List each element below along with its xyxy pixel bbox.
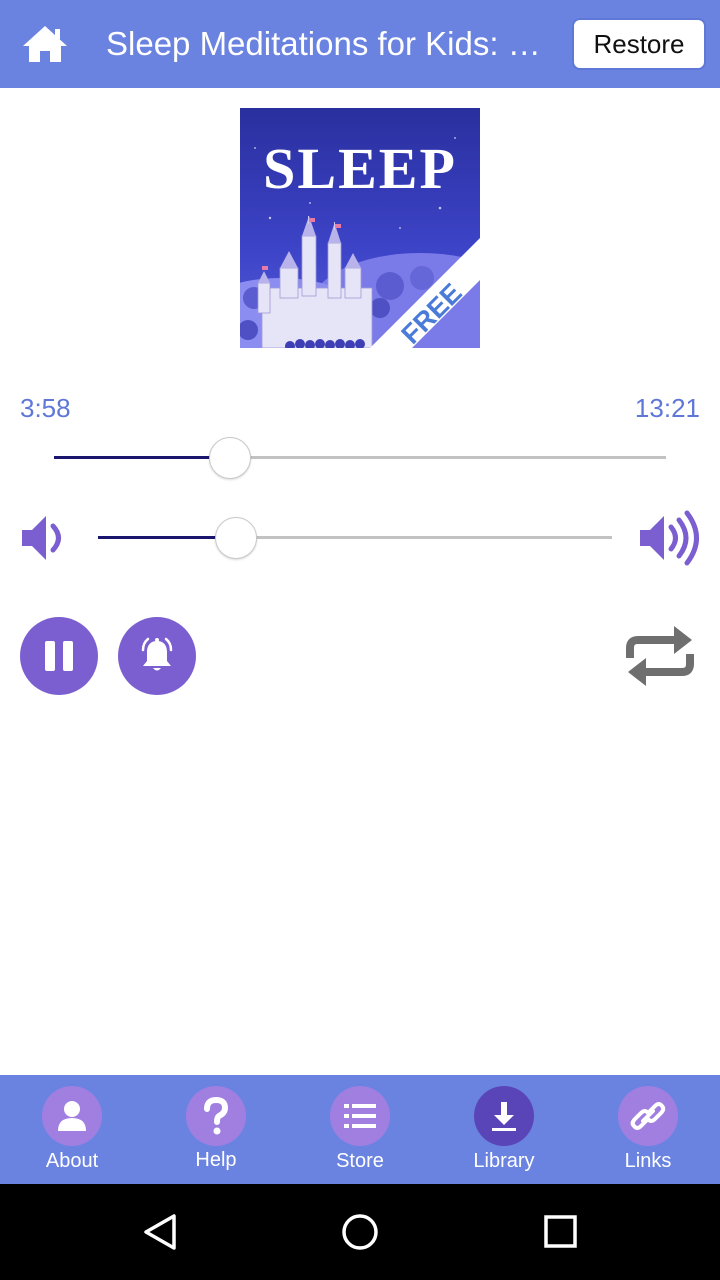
nav-links[interactable]: Links: [576, 1075, 720, 1184]
alarm-button[interactable]: [118, 617, 196, 695]
home-icon[interactable]: [20, 20, 70, 68]
home-circle-icon[interactable]: [336, 1208, 384, 1256]
person-icon: [42, 1086, 102, 1146]
list-icon: [330, 1086, 390, 1146]
pause-icon: [45, 641, 73, 671]
alarm-bell-icon: [141, 637, 173, 671]
restore-button[interactable]: Restore: [572, 18, 706, 70]
repeat-icon[interactable]: [622, 622, 698, 690]
volume-low-icon[interactable]: [18, 510, 74, 566]
nav-links-label: Links: [624, 1150, 672, 1172]
cover-heading: SLEEP: [263, 136, 457, 201]
pause-button[interactable]: [20, 617, 98, 695]
nav-store[interactable]: Store: [288, 1075, 432, 1184]
question-icon: [186, 1086, 246, 1146]
back-triangle-icon[interactable]: [136, 1208, 184, 1256]
nav-library-label: Library: [473, 1150, 535, 1172]
nav-library[interactable]: Library: [432, 1075, 576, 1184]
bottom-nav: About Help Store Library Links: [0, 1075, 720, 1184]
volume-slider[interactable]: [98, 536, 612, 539]
link-icon: [618, 1086, 678, 1146]
app-header: Sleep Meditations for Kids: Bedtime Stor…: [0, 0, 720, 88]
seek-bar[interactable]: [54, 456, 666, 459]
nav-about-label: About: [45, 1150, 99, 1172]
system-nav-bar: [0, 1184, 720, 1280]
volume-high-icon[interactable]: [638, 508, 702, 568]
seek-bar-progress: [54, 456, 230, 459]
nav-about[interactable]: About: [0, 1075, 144, 1184]
download-icon: [474, 1086, 534, 1146]
total-duration: 13:21: [634, 393, 700, 423]
nav-help-label: Help: [195, 1149, 237, 1171]
screen: Sleep Meditations for Kids: Bedtime Stor…: [0, 0, 720, 1280]
nav-store-label: Store: [336, 1150, 384, 1172]
elapsed-time: 3:58: [20, 393, 71, 423]
cover-art: FREE SLEEP: [240, 108, 480, 348]
nav-help[interactable]: Help: [144, 1075, 288, 1184]
page-title: Sleep Meditations for Kids: Bedtime Stor…: [106, 25, 558, 62]
volume-thumb[interactable]: [215, 517, 257, 559]
recents-square-icon[interactable]: [536, 1208, 584, 1256]
seek-thumb[interactable]: [209, 437, 251, 479]
